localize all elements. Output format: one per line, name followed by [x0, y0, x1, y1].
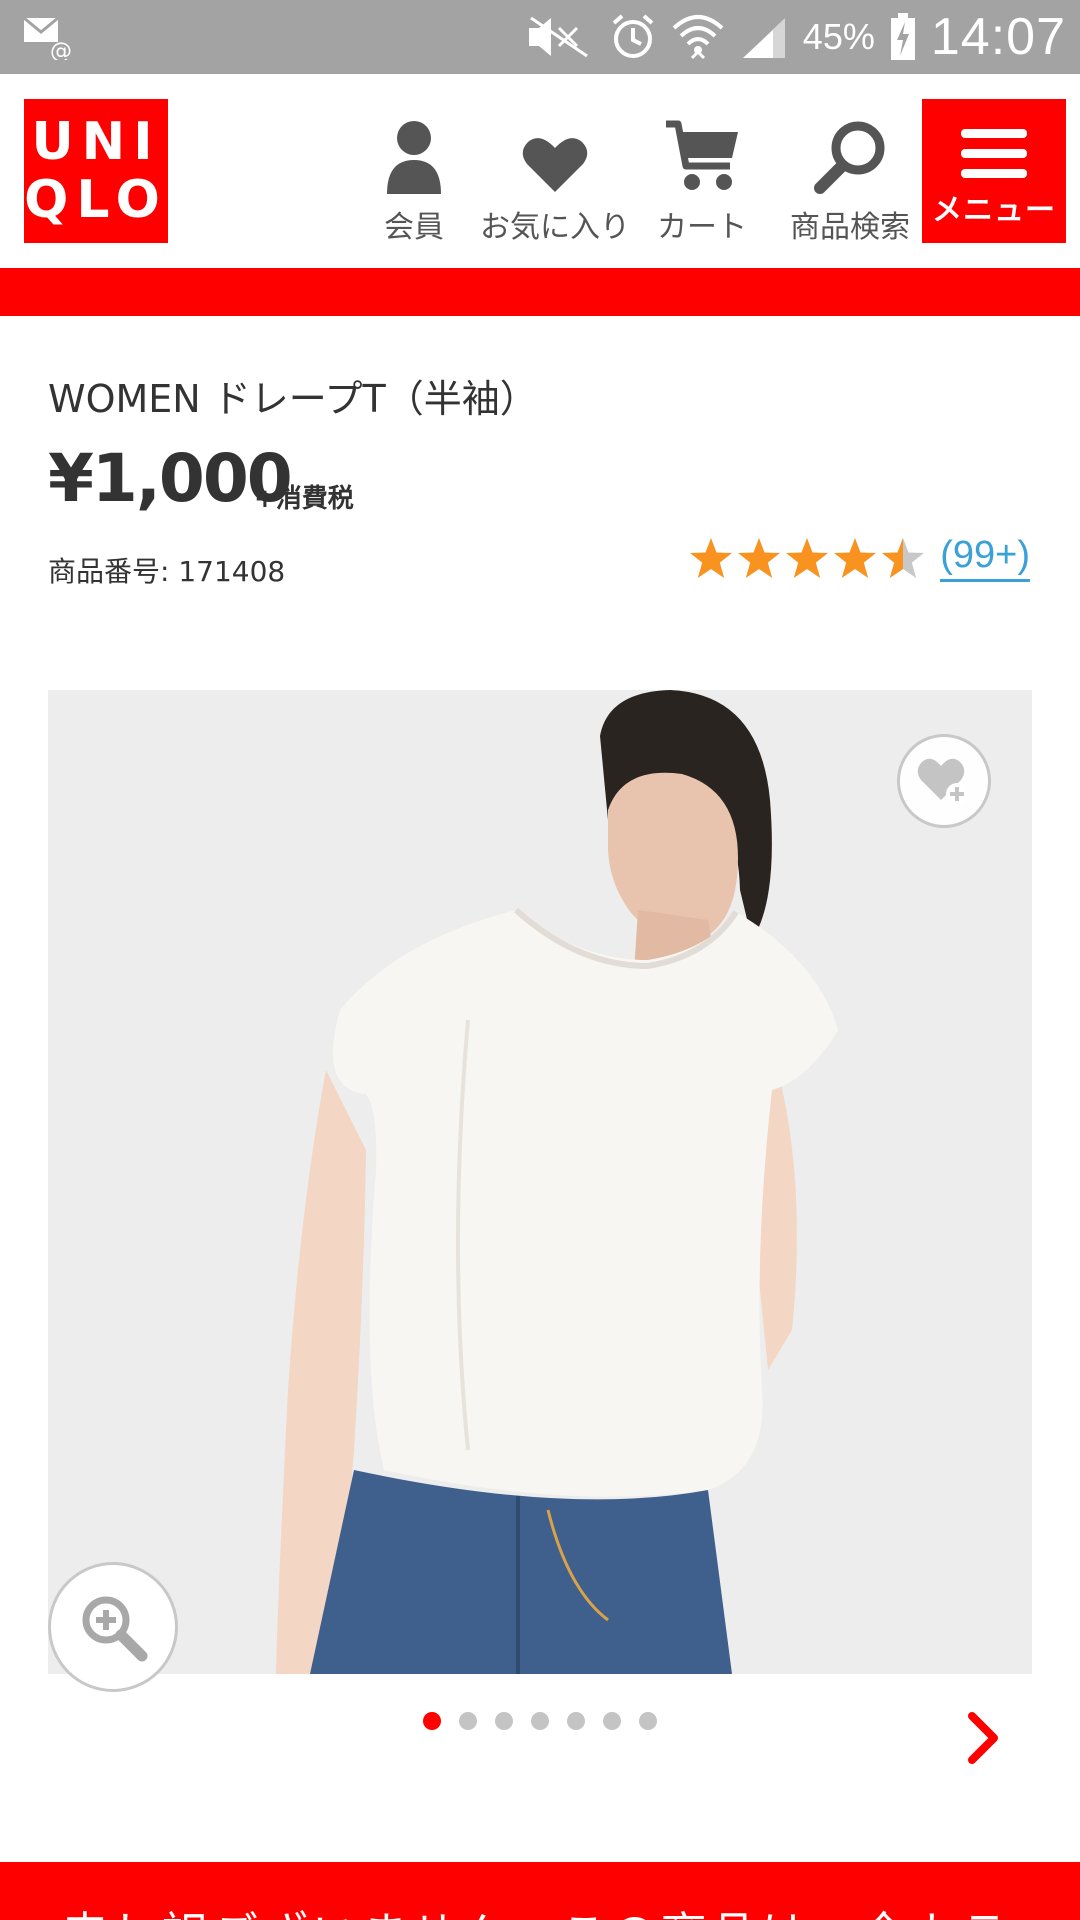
site-header: UNI QLO 会員 お気に入り カート 商品検索 メニュー [0, 74, 1080, 268]
mute-icon [528, 16, 588, 58]
zoom-button[interactable] [48, 1562, 178, 1692]
pagination-dot[interactable] [495, 1712, 513, 1730]
menu-button[interactable]: メニュー [922, 99, 1066, 243]
nav-favorites-label: お気に入り [480, 210, 630, 245]
pagination-dot[interactable] [531, 1712, 549, 1730]
nav-member-label: 会員 [384, 210, 444, 245]
star-icon [690, 538, 733, 578]
person-icon [387, 121, 441, 194]
rating-stars [688, 536, 926, 580]
stock-notice-text: 申し訳ございません。この商品は、全カラ [62, 1898, 1011, 1920]
pagination-dot[interactable] [459, 1712, 477, 1730]
cart-icon [666, 120, 738, 190]
logo-line-1: UNI [31, 112, 161, 172]
chevron-right-icon[interactable] [964, 1710, 1004, 1766]
heart-icon [522, 138, 588, 192]
review-count-link[interactable]: (99+) [940, 534, 1030, 582]
nav-search-label: 商品検索 [790, 210, 910, 245]
tax-note: +消費税 [254, 484, 354, 514]
email-notification-icon: @ [23, 16, 72, 60]
star-icon [738, 538, 781, 578]
zoom-in-icon [82, 1596, 148, 1662]
nav-favorites[interactable]: お気に入り [480, 114, 630, 245]
nav-search[interactable]: 商品検索 [788, 114, 912, 245]
nav-cart-label: カート [657, 210, 747, 245]
battery-percent: 45% [802, 16, 875, 57]
product-rating[interactable]: (99+) [688, 534, 1030, 582]
half-star-icon [882, 538, 925, 578]
product-title: WOMEN ドレープT（半袖） [48, 377, 538, 421]
nav-cart[interactable]: カート [654, 114, 750, 245]
product-code-label: 商品番号: 171408 [48, 555, 286, 588]
pagination-dot[interactable] [603, 1712, 621, 1730]
hamburger-icon [961, 129, 1027, 178]
search-icon [814, 121, 885, 194]
star-icon [834, 538, 877, 578]
promo-band [0, 268, 1080, 316]
wifi-icon [672, 15, 724, 60]
product-image[interactable] [48, 690, 1032, 1674]
svg-text:@: @ [50, 39, 72, 60]
pagination-dot[interactable] [639, 1712, 657, 1730]
uniqlo-logo[interactable]: UNI QLO [24, 99, 168, 243]
product-photo [48, 690, 1032, 1674]
nav-member[interactable]: 会員 [372, 114, 456, 245]
heart-plus-icon [917, 758, 968, 805]
pagination-dot[interactable] [567, 1712, 585, 1730]
pagination-dot[interactable] [423, 1712, 441, 1730]
image-pagination [423, 1712, 657, 1730]
signal-icon [742, 18, 785, 58]
stock-notice-banner: 申し訳ございません。この商品は、全カラ [0, 1862, 1080, 1920]
product-code: 商品番号: 171408 [48, 550, 285, 590]
battery-charging-icon [890, 13, 915, 60]
add-to-wishlist-button[interactable] [897, 734, 991, 828]
star-icon [786, 538, 829, 578]
menu-label: メニュー [932, 193, 1056, 228]
status-bar: @ 45% 14:07 [0, 0, 1080, 74]
logo-line-2: QLO [24, 170, 168, 230]
alarm-icon [612, 14, 654, 58]
clock: 14:07 [930, 8, 1066, 66]
